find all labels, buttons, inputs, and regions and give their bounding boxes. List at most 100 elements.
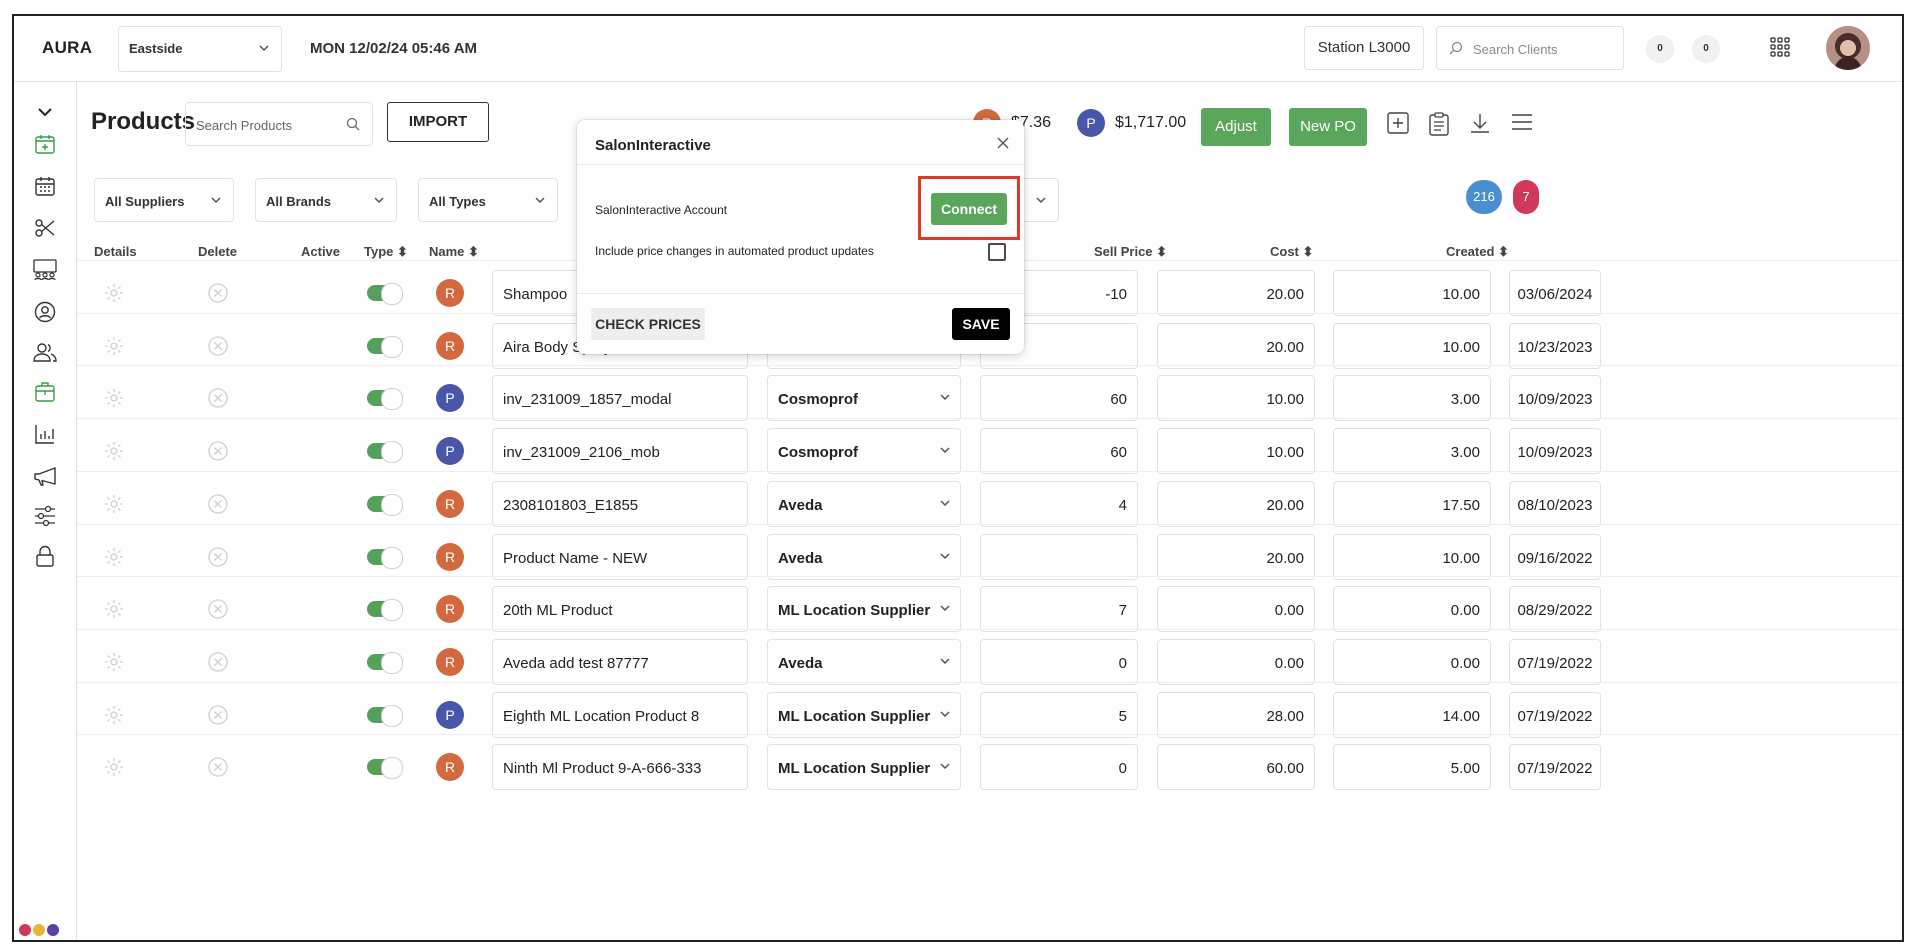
gear-icon[interactable] (103, 335, 125, 357)
supplier-select[interactable]: Cosmoprof (767, 428, 961, 475)
col-cost[interactable]: Cost ⬍ (1270, 244, 1313, 260)
sell-price-field[interactable]: 10.00 (1157, 375, 1315, 422)
gear-icon[interactable] (103, 704, 125, 726)
close-icon[interactable] (996, 136, 1010, 150)
sell-price-field[interactable]: 0.00 (1157, 638, 1315, 685)
cost-field[interactable]: 10.00 (1333, 270, 1491, 316)
message-count[interactable]: 0 (1692, 35, 1720, 63)
product-name-field[interactable]: Eighth ML Location Product 8 (492, 691, 748, 738)
active-toggle[interactable] (367, 757, 403, 780)
quantity-field[interactable]: 60 (980, 375, 1138, 422)
sell-price-field[interactable]: 28.00 (1157, 691, 1315, 738)
connect-button[interactable]: Connect (931, 193, 1007, 225)
supplier-select[interactable]: ML Location Supplier (767, 691, 961, 738)
supplier-filter[interactable]: All Suppliers (94, 178, 234, 222)
product-name-field[interactable]: Product Name - NEW (492, 533, 748, 580)
sell-price-field[interactable]: 20.00 (1157, 480, 1315, 527)
search-products-input[interactable]: Search Products (185, 102, 373, 146)
gear-icon[interactable] (103, 546, 125, 568)
sell-price-field[interactable]: 0.00 (1157, 586, 1315, 633)
delete-icon[interactable] (207, 387, 229, 409)
delete-icon[interactable] (207, 440, 229, 462)
product-name-field[interactable]: inv_231009_1857_modal (492, 375, 748, 422)
product-name-field[interactable]: inv_231009_2106_mob (492, 428, 748, 475)
price-changes-checkbox[interactable] (988, 243, 1006, 261)
active-toggle[interactable] (367, 441, 403, 464)
active-toggle[interactable] (367, 335, 403, 358)
gear-icon[interactable] (103, 651, 125, 673)
supplier-select[interactable]: Aveda (767, 638, 961, 685)
location-select[interactable]: Eastside (118, 26, 282, 72)
gear-icon[interactable] (103, 387, 125, 409)
cost-field[interactable]: 3.00 (1333, 428, 1491, 475)
adjust-button[interactable]: Adjust (1201, 108, 1271, 146)
product-name-field[interactable]: 20th ML Product (492, 586, 748, 633)
clients-icon[interactable] (31, 338, 59, 366)
notification-count[interactable]: 0 (1646, 35, 1674, 63)
delete-icon[interactable] (207, 335, 229, 357)
reports-icon[interactable] (31, 420, 59, 448)
delete-icon[interactable] (207, 651, 229, 673)
search-clients-input[interactable]: Search Clients (1436, 26, 1624, 70)
active-toggle[interactable] (367, 388, 403, 411)
delete-icon[interactable] (207, 282, 229, 304)
calendar-icon[interactable] (31, 172, 59, 200)
apps-grid-icon[interactable] (1770, 37, 1790, 57)
cost-field[interactable]: 0.00 (1333, 638, 1491, 685)
active-toggle[interactable] (367, 599, 403, 622)
gear-icon[interactable] (103, 493, 125, 515)
settings-sliders-icon[interactable] (31, 502, 59, 530)
sell-price-field[interactable]: 60.00 (1157, 744, 1315, 791)
product-name-field[interactable]: Aveda add test 87777 (492, 638, 748, 685)
cost-field[interactable]: 10.00 (1333, 533, 1491, 580)
marketing-icon[interactable] (31, 462, 59, 490)
sell-price-field[interactable]: 20.00 (1157, 270, 1315, 316)
delete-icon[interactable] (207, 756, 229, 778)
sell-price-field[interactable]: 20.00 (1157, 533, 1315, 580)
quantity-field[interactable]: 5 (980, 691, 1138, 738)
delete-icon[interactable] (207, 598, 229, 620)
delete-icon[interactable] (207, 546, 229, 568)
active-toggle[interactable] (367, 283, 403, 305)
sell-price-field[interactable]: 10.00 (1157, 428, 1315, 475)
quantity-field[interactable]: 0 (980, 744, 1138, 791)
gear-icon[interactable] (103, 440, 125, 462)
station-button[interactable]: Station L3000 (1304, 26, 1424, 70)
check-prices-button[interactable]: CHECK PRICES (591, 308, 705, 340)
type-filter[interactable]: All Types (418, 178, 558, 222)
brand-filter[interactable]: All Brands (255, 178, 397, 222)
cost-field[interactable]: 5.00 (1333, 744, 1491, 791)
product-name-field[interactable]: 2308101803_E1855 (492, 480, 748, 527)
cost-field[interactable]: 17.50 (1333, 480, 1491, 527)
clipboard-icon[interactable] (1429, 112, 1449, 136)
active-toggle[interactable] (367, 493, 403, 516)
quantity-field[interactable] (980, 533, 1138, 580)
col-type[interactable]: Type ⬍ (364, 244, 408, 260)
delete-icon[interactable] (207, 704, 229, 726)
supplier-select[interactable]: Cosmoprof (767, 375, 961, 422)
gear-icon[interactable] (103, 756, 125, 778)
supplier-select[interactable]: Aveda (767, 480, 961, 527)
quantity-field[interactable]: 60 (980, 428, 1138, 475)
gear-icon[interactable] (103, 282, 125, 304)
delete-icon[interactable] (207, 493, 229, 515)
active-toggle[interactable] (367, 546, 403, 569)
add-product-icon[interactable] (1387, 112, 1409, 134)
active-toggle[interactable] (367, 651, 403, 674)
cost-field[interactable]: 3.00 (1333, 375, 1491, 422)
cost-field[interactable]: 0.00 (1333, 586, 1491, 633)
col-sell-price[interactable]: Sell Price ⬍ (1094, 244, 1167, 260)
col-created[interactable]: Created ⬍ (1446, 244, 1509, 260)
user-avatar[interactable] (1826, 26, 1870, 70)
team-icon[interactable] (31, 256, 59, 284)
products-icon[interactable] (31, 378, 59, 406)
cost-field[interactable]: 14.00 (1333, 691, 1491, 738)
import-button[interactable]: IMPORT (387, 102, 489, 142)
collapse-chevron-icon[interactable] (31, 98, 59, 126)
active-toggle[interactable] (367, 704, 403, 727)
user-icon[interactable] (31, 298, 59, 326)
quantity-field[interactable]: 0 (980, 638, 1138, 685)
quantity-field[interactable]: 4 (980, 480, 1138, 527)
gear-icon[interactable] (103, 598, 125, 620)
menu-icon[interactable] (1511, 112, 1533, 132)
